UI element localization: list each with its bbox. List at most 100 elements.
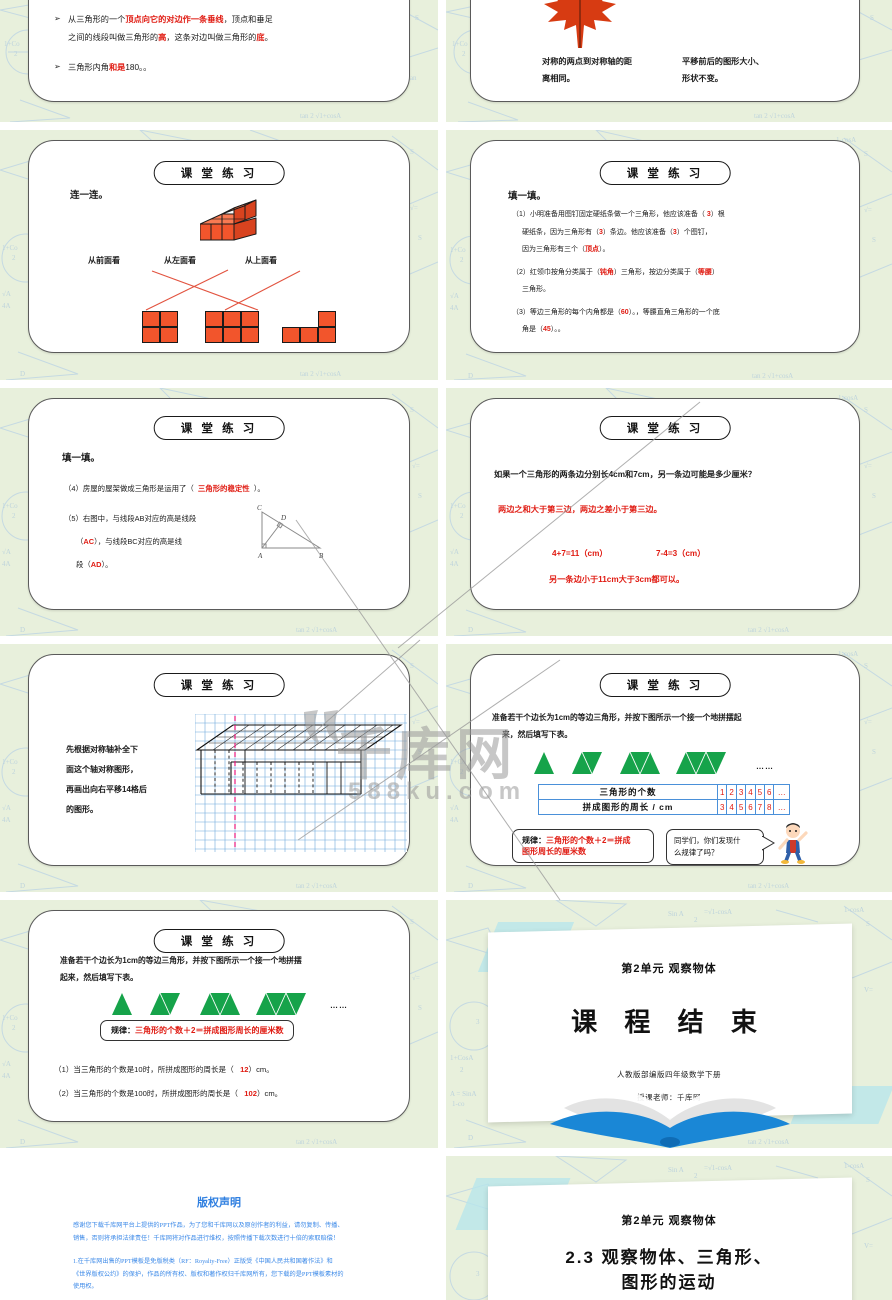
calc-sum: 4+7=11（cm） [552,549,608,558]
slide-fill-blank-a: 1+Co2 √A4A SS B√= 1-cosA tan 2 √1+cosA D… [446,130,892,380]
question-2-line1: （2）红领巾按角分类属于（钝角）三角形，按边分类属于（等腰） [512,269,719,276]
cell: 4 [745,784,756,800]
ellipsis: …… [756,762,774,771]
slide-axis-symmetry-draw: 1+Co2 √A4A SS B√= tan 2 √1+cosA D 课 堂 练 … [0,644,438,892]
svg-text:S: S [418,492,422,500]
bubble-tail [762,836,775,851]
cell: 7 [754,799,766,815]
cell: 1 [717,784,728,800]
table-row: 三角形的个数 1 2 3 4 5 6 … [537,784,790,800]
rule-line1: 规律：三角形的个数＋2＝拼成 [522,836,631,845]
svg-text:D: D [20,882,25,890]
practice-pill: 课 堂 练 习 [599,673,731,697]
speech-bubble: 同学们，你们发现什 么规律了吗？ [666,829,764,866]
view-square [160,327,178,343]
question-1-line2: 硬纸条，因为三角形有（3）条边。他应该准备（3）个图钉， [522,229,712,236]
bullet-1-text-line2: 之间的线段叫做三角形的高，这条对边叫做三角形的底。 [68,33,273,42]
svg-text:tan 2 √1+cosA: tan 2 √1+cosA [754,112,795,120]
svg-text:Sin A: Sin A [668,910,684,918]
svg-text:Sin A: Sin A [668,1166,684,1174]
practice-pill: 课 堂 练 习 [599,161,731,185]
row-header-count: 三角形的个数 [537,784,719,800]
slide-triangle-inequality: 1+Co2 √A4A SS B√= 1-cosA tan 2 √1+cosA D… [446,388,892,636]
bullet-1-text: 从三角形的一个顶点向它的对边作一条垂线，顶点和垂足 [68,15,273,24]
svg-text:D: D [280,514,286,522]
svg-text:2: 2 [12,1024,16,1032]
svg-text:D: D [468,1134,473,1142]
p1-line1: 感谢您下载千库网平台上提供的PPT作品，为了您和千库网以及原创作者的利益，请勿复… [73,1222,344,1229]
copyright-title: 版权声明 [197,1197,241,1209]
cell: 6 [763,784,775,800]
svg-text:√A: √A [450,548,459,556]
svg-text:√=: √= [864,462,872,470]
copyright-paragraph-2: 1.在千库网出售的PPT模板是免版税类（RF：Royalty-Free）正版受《… [73,1256,378,1294]
svg-text:√A: √A [2,1060,11,1068]
svg-text:2: 2 [460,512,464,520]
cell: 2 [726,784,737,800]
prompt-text: 填一填。 [62,453,101,464]
svg-text:D: D [468,626,473,634]
svg-text:tan 2 √1+cosA: tan 2 √1+cosA [748,626,789,634]
grid-house-figure [195,714,407,852]
cell: 5 [735,799,747,815]
svg-text:S: S [410,406,414,414]
svg-text:=√1-cosA: =√1-cosA [704,908,732,916]
slide-symmetry-summary: 1+Co2 S tan 2 √1+cosA P Q 对称的两点到对称轴的距 离相… [446,0,892,122]
svg-text:2: 2 [460,256,464,264]
svg-text:4A: 4A [450,560,459,568]
question-4: （4）房屋的屋架做成三角形是运用了（ 三角形的稳定性 ）。 [64,484,265,493]
view-square [142,327,160,343]
svg-text:√=: √= [412,718,420,726]
practice-pill: 课 堂 练 习 [599,416,731,440]
bullet-marker-1: ➢ [54,14,61,23]
cell: 8 [763,799,775,815]
practice-pill: 课 堂 练 习 [153,673,285,697]
rule-text: 两边之和大于第三边，两边之差小于第三边。 [498,505,662,514]
view-square [223,311,241,327]
question-1-line1: （1）小明准备用图钉固定硬纸条做一个三角形，他应该准备（ 3）根 [512,211,725,218]
view-square [300,327,318,343]
question-text: 如果一个三角形的两条边分别长4cm和7cm，另一条边可能是多少厘米？ [494,470,757,479]
cell: 5 [754,784,766,800]
rule-box: 规律：三角形的个数＋2＝拼成 图形周长的厘米数 [512,829,654,863]
slide-course-end: Sin A 2 =√1-cosA 1+CosA 2 A = SinA 1-co S V= … [446,900,892,1148]
view-square [241,311,259,327]
svg-text:S: S [864,406,868,414]
slide-triangle-summary: 1+Co 2 Stan tan 2 √1+cosA ➢ 从三角形的一个顶点向它的对… [0,0,438,122]
svg-text:S: S [866,920,870,928]
svg-text:4A: 4A [2,1072,11,1080]
answer-text: 另一条边小于11cm大于3cm都可以。 [549,575,685,584]
svg-text:D: D [20,1138,25,1146]
svg-text:4A: 4A [2,816,11,824]
prompt-line3: 再画出向右平移14格后 [66,785,147,794]
svg-text:D: D [468,372,473,380]
question-2-line2: 三角形。 [522,286,550,293]
p2-line1: 1.在千库网出售的PPT模板是免版税类（RF：Royalty-Free）正版受《… [73,1258,333,1265]
prompt-line2: 面这个轴对称图形， [66,765,138,774]
prompt-line2: 起来，然后填写下表。 [60,973,138,982]
cell: 3 [735,784,747,800]
bubble-line2: 么规律了吗？ [674,848,719,858]
prompt-line1: 先根据对称轴补全下 [66,745,138,754]
slide-match-views: 1+Co2 √A4A SS B √= tan 2 √1+cosA D 课 堂 练… [0,130,438,380]
svg-text:D: D [468,882,473,890]
svg-text:1+Co: 1+Co [450,246,466,254]
calc-difference: 7-4=3（cm） [656,549,706,558]
svg-text:1+Co: 1+Co [4,40,20,48]
slide-fill-blank-b: 1+Co 2 √A 4A S S B √= tan 2 √1+cosA D 课 堂 练 … [0,388,438,636]
slide-deck-contact-sheet: 1+Co 2 Stan tan 2 √1+cosA ➢ 从三角形的一个顶点向它的对… [0,0,892,1300]
question-5-line2: （AC），与线段BC对应的高是线 [76,537,182,546]
p1-line2: 销售，否则将承担法律责任！千库网将对作品进行维权，按照传播下载次数进行十倍的索取… [73,1234,340,1242]
prompt-line4: 的图形。 [66,805,98,814]
svg-text:1+Co: 1+Co [450,502,466,510]
view-square [160,311,178,327]
caption-translation-line2: 形状不变。 [682,74,723,83]
cell: 4 [726,799,737,815]
copyright-paragraph-1: 感谢您下载千库网平台上提供的PPT作品，为了您和千库网以及原创作者的利益，请勿复… [73,1220,373,1245]
svg-text:1+Co: 1+Co [452,40,468,48]
svg-text:S: S [410,918,414,926]
svg-text:S: S [415,14,419,22]
triangle-sequence [534,752,726,775]
svg-text:4A: 4A [2,560,11,568]
svg-text:S: S [864,150,868,158]
